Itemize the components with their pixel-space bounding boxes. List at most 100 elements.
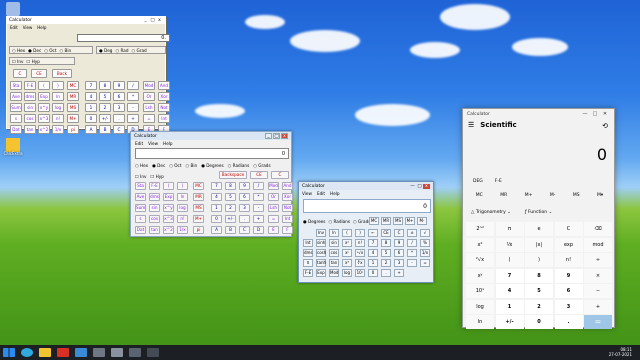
calc-key[interactable]: x^2	[163, 226, 174, 234]
calc-key[interactable]: 10ˣ	[355, 269, 365, 277]
radio-deg[interactable]: ● Deg	[99, 48, 112, 53]
memory-key[interactable]: MS	[393, 217, 403, 225]
calc-key[interactable]: √	[420, 229, 430, 237]
calc-key[interactable]: +	[394, 269, 404, 277]
edge-icon[interactable]	[21, 348, 33, 357]
calc-key[interactable]: 6	[113, 92, 125, 101]
radio-dec[interactable]: ● Dec	[28, 48, 41, 53]
calc-key[interactable]: pi	[67, 125, 79, 134]
calc-key[interactable]: ÷	[584, 253, 612, 267]
calc-key[interactable]: x²	[466, 237, 494, 252]
key-back[interactable]: Back	[52, 69, 72, 78]
calc-key[interactable]: tan	[24, 125, 36, 134]
memory-button[interactable]: M+	[525, 193, 533, 198]
calc-key[interactable]: exp	[554, 237, 583, 252]
calc-key[interactable]: tan	[329, 259, 339, 267]
radio-hex[interactable]: ○ Hex	[12, 48, 25, 53]
calc-key[interactable]: ±	[407, 229, 417, 237]
calc-key[interactable]: +	[127, 114, 139, 123]
calc-key[interactable]: n!	[177, 215, 188, 223]
calc-key[interactable]: 8	[381, 239, 391, 247]
calc-key[interactable]: )	[177, 182, 188, 190]
calc-key[interactable]: Sum	[135, 204, 146, 212]
calc-key[interactable]: pi	[193, 226, 204, 234]
calc-key[interactable]: tan	[149, 226, 160, 234]
key-ce[interactable]: CE	[31, 69, 47, 78]
calc-key[interactable]: xʸ	[466, 268, 494, 283]
calc-key[interactable]: x³	[342, 259, 352, 267]
calc-key[interactable]: 1/x	[420, 249, 430, 257]
calc-key[interactable]: ⌫	[584, 222, 612, 236]
menu-help[interactable]: Help	[37, 25, 46, 30]
calc-key[interactable]: 5	[225, 193, 236, 201]
calc-key[interactable]: Exp	[163, 193, 174, 201]
calc-key[interactable]: 3	[394, 259, 404, 267]
calc-key[interactable]: MC	[67, 81, 79, 90]
radio-rad[interactable]: ○ Rad	[115, 48, 128, 53]
calc-key[interactable]: Sum	[10, 103, 22, 112]
calc-key[interactable]: 3	[239, 204, 250, 212]
calc-key[interactable]: .	[381, 269, 391, 277]
calc-key[interactable]: ×	[584, 268, 612, 283]
calc-key[interactable]: =	[584, 315, 612, 329]
memory-key[interactable]: M+	[405, 217, 415, 225]
calc-key[interactable]: Int	[282, 215, 293, 223]
minimize-button[interactable]: _	[142, 18, 149, 23]
calc-key[interactable]: =	[143, 114, 155, 123]
menu-edit[interactable]: Edit	[135, 141, 143, 146]
calc-key[interactable]: 0	[525, 315, 553, 329]
calc-key[interactable]: 0	[85, 114, 97, 123]
calc-key[interactable]: −	[584, 284, 612, 298]
calc-key[interactable]: /	[407, 239, 417, 247]
calc-key[interactable]: (	[38, 81, 50, 90]
calc-key[interactable]: Sta	[10, 81, 22, 90]
photos-icon[interactable]	[75, 348, 87, 357]
radio-degrees[interactable]: ● Degrees	[303, 219, 325, 224]
calc-key[interactable]: 6	[239, 193, 250, 201]
checkbox-hyp[interactable]: ☐ Hyp	[150, 174, 163, 179]
calc-key[interactable]: M+	[193, 215, 204, 223]
calc-key[interactable]: Lsh	[143, 103, 155, 112]
calc-key[interactable]: +/-	[225, 215, 236, 223]
calc-key[interactable]: +/-	[99, 114, 111, 123]
calc-key[interactable]: MR	[193, 193, 204, 201]
calc-key[interactable]: sinh	[316, 239, 326, 247]
menu-edit[interactable]: Edit	[10, 25, 18, 30]
fe-toggle[interactable]: F-E	[495, 179, 502, 184]
calc-key[interactable]: 4	[85, 92, 97, 101]
calc-key[interactable]: sin	[24, 103, 36, 112]
close-button[interactable]: x	[156, 18, 163, 23]
radio-hex[interactable]: ○ Hex	[135, 163, 148, 168]
calc-key[interactable]: *	[253, 193, 264, 201]
calc-key[interactable]: 10ˣ	[466, 284, 494, 298]
radio-bin[interactable]: ○ Bin	[186, 163, 198, 168]
memory-button[interactable]: MR	[500, 193, 507, 198]
calc-key[interactable]: log	[342, 269, 352, 277]
memory-key[interactable]: M-	[417, 217, 427, 225]
calc-key[interactable]: +	[253, 215, 264, 223]
calc-key[interactable]: Mod	[268, 182, 279, 190]
checkbox-inv[interactable]: ☐ Inv	[135, 174, 146, 179]
calc-key[interactable]: ∛x	[355, 259, 365, 267]
calc-key[interactable]: MR	[67, 92, 79, 101]
calc-key[interactable]: ²√x	[466, 253, 494, 267]
calc-key[interactable]: 4	[368, 249, 378, 257]
calc-key[interactable]: dms	[303, 249, 313, 257]
calc-key[interactable]: Exp	[316, 269, 326, 277]
calc-key[interactable]: log	[52, 103, 64, 112]
calc-key[interactable]: MC	[193, 182, 204, 190]
calc-key[interactable]: /	[253, 182, 264, 190]
calc-key[interactable]: 7	[368, 239, 378, 247]
calc-key[interactable]: 3	[554, 299, 583, 314]
calc-key[interactable]: -	[127, 103, 139, 112]
calc-key[interactable]: Not	[158, 103, 170, 112]
calc-key[interactable]: F-E	[149, 182, 160, 190]
calc-key[interactable]: 7	[211, 182, 222, 190]
menu-help[interactable]: Help	[163, 141, 173, 146]
hamburger-menu-icon[interactable]: ☰	[468, 121, 474, 129]
radio-grads[interactable]: ○ Grads	[353, 219, 370, 224]
calc-key[interactable]: Or	[143, 92, 155, 101]
calc-key[interactable]: E	[268, 226, 279, 234]
calc-key[interactable]: And	[282, 182, 293, 190]
calc-key[interactable]: n!	[554, 253, 583, 267]
